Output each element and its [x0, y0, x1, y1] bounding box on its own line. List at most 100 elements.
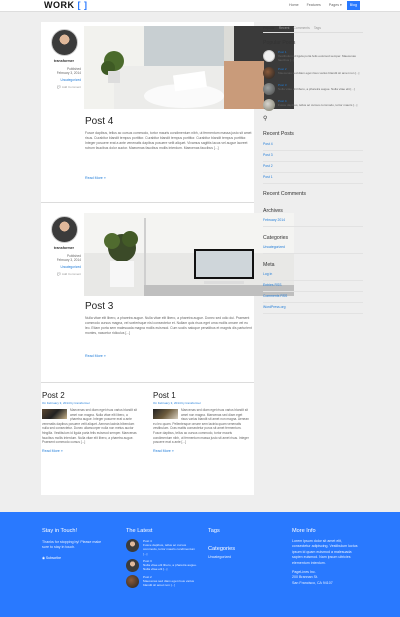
footer-text: Thanks for stopping by! Please make sure…	[42, 540, 102, 550]
post-thumbnail[interactable]	[153, 409, 178, 419]
footer-heading: The Latest	[126, 528, 153, 534]
nav-item-features[interactable]: Features	[304, 1, 324, 10]
popular-posts-heading: Popular Posts	[263, 40, 296, 46]
sidebar-tabs: Popular Recent Comments Tags	[263, 26, 363, 33]
footer-heading: Tags	[208, 528, 220, 534]
post-title[interactable]: Post 2	[42, 391, 138, 400]
popular-post-text: Maecenas sed diam eget risus varius blan…	[278, 70, 360, 75]
read-more-link[interactable]: Read More »	[42, 449, 138, 453]
tab-tags[interactable]: Tags	[314, 26, 321, 30]
add-comment-label: Add Comment	[61, 85, 81, 89]
subscribe-link[interactable]: ◉ Subscribe	[42, 556, 104, 560]
read-more-link[interactable]: Read More »	[85, 176, 106, 180]
post-thumbnail[interactable]	[42, 409, 67, 419]
post-title[interactable]: Post 3	[85, 301, 113, 312]
rss-icon: ◉	[42, 555, 45, 560]
post-author-box: transformer Published February 3, 2014 U…	[47, 216, 81, 276]
recent-post-link[interactable]: Post 3	[263, 151, 363, 162]
meta-link-entries-rss[interactable]: Entries RSS	[263, 281, 363, 292]
meta-heading: Meta	[263, 261, 275, 268]
add-comment-link[interactable]: 💬 Add Comment	[47, 85, 81, 89]
author-name[interactable]: transformer	[47, 59, 81, 63]
popular-post-item[interactable]: Post 2 Maecenas sed diam eget risus variu…	[263, 66, 363, 79]
post-excerpt: Maecenas sed diam eget risus varius blan…	[42, 408, 138, 445]
post-meta: Published February 3, 2014 Uncategorized	[47, 254, 81, 269]
post-thumbnail	[126, 574, 139, 588]
popular-post-text: Fusce dapibus, tellus ac cursus commodo,…	[278, 102, 358, 107]
post-thumbnail	[263, 50, 275, 62]
post-title[interactable]: Post 4	[85, 116, 113, 127]
post-thumbnail	[263, 82, 275, 95]
footer-latest: The Latest Post 4 Fusce dapibus, tellus a…	[126, 528, 198, 591]
meta-link-comments-rss[interactable]: Comments RSS	[263, 292, 363, 303]
search-icon[interactable]: ⚲	[263, 115, 363, 122]
footer-heading: More Info	[292, 528, 316, 534]
mini-post-card: Post 2 On February 3, 2014 by transforme…	[42, 391, 138, 453]
recent-comments-heading: Recent Comments	[263, 190, 306, 197]
tab-recent[interactable]: Recent	[279, 26, 290, 30]
categories-heading: Categories	[263, 234, 289, 241]
footer-latest-item[interactable]: Post 4 Fusce dapibus, tellus ac cursus co…	[126, 539, 198, 556]
site-logo[interactable]: WORK [ ]	[44, 0, 88, 11]
tab-comments[interactable]: Comments	[293, 26, 309, 30]
subscribe-label: Subscribe	[45, 555, 61, 560]
footer-tags: Tags Categories Uncategorized	[208, 528, 268, 560]
add-comment-link[interactable]: 💬 Add Comment	[47, 272, 81, 276]
sidebar: Popular Recent Comments Tags Popular Pos…	[263, 26, 363, 314]
footer-stay-in-touch: Stay in Touch! Thanks for stopping by! P…	[42, 528, 104, 560]
footer-address: PageLines Inc. 200 Brannan St. San Franc…	[292, 570, 358, 586]
footer-heading: Stay in Touch!	[42, 528, 78, 534]
post-meta: Published February 3, 2014 Uncategorized	[47, 67, 81, 82]
archives-heading: Archives	[263, 207, 283, 214]
recent-post-link[interactable]: Post 4	[263, 140, 363, 151]
post-date: February 3, 2014	[56, 258, 81, 262]
avatar[interactable]	[50, 29, 78, 56]
popular-post-item[interactable]: Post 4 Fusce dapibus, tellus ac cursus co…	[263, 98, 363, 111]
author-name[interactable]: transformer	[47, 246, 81, 250]
meta-link-wordpress[interactable]: WordPress.org	[263, 303, 363, 314]
popular-post-item[interactable]: Post 3 Nulla vitae elit libero, a pharetr…	[263, 82, 363, 95]
nav-item-blog[interactable]: Blog	[346, 1, 360, 10]
recent-post-link[interactable]: Post 1	[263, 173, 363, 184]
latest-text: Nulla vitae elit libero, a pharetra augu…	[143, 563, 197, 572]
recent-posts-heading: Recent Posts	[263, 130, 294, 137]
category-link[interactable]: Uncategorized	[263, 243, 363, 254]
post-excerpt: Fusce dapibus, tellus ac cursus commodo,…	[85, 131, 252, 151]
post-excerpt: Maecenas sed diam eget risus varius blan…	[153, 408, 249, 445]
top-navbar: WORK [ ] Home Features Pages ▾ Blog	[0, 0, 400, 12]
post-excerpt: Nulla vitae elit libero, a pharetra augu…	[85, 316, 252, 336]
nav-item-home[interactable]: Home	[286, 1, 302, 10]
post-category[interactable]: Uncategorized	[47, 265, 81, 269]
archive-link[interactable]: February 2014	[263, 216, 363, 227]
divider	[41, 202, 254, 203]
post-meta: On February 3, 2014 by transformer	[42, 401, 90, 405]
meta-link-login[interactable]: Log in	[263, 270, 363, 281]
add-comment-label: Add Comment	[61, 272, 81, 276]
post-date: February 3, 2014	[56, 71, 81, 75]
popular-post-text: Nulla vitae elit libero, a pharetra augu…	[278, 86, 355, 91]
divider	[41, 382, 254, 383]
mini-post-card: Post 1 On February 3, 2014 by transforme…	[153, 391, 249, 453]
popular-post-text: Vestibulum id ligula porta felis euismod…	[278, 54, 356, 63]
footer-heading: Categories	[208, 546, 236, 552]
recent-post-link[interactable]: Post 2	[263, 162, 363, 173]
tab-popular[interactable]: Popular	[263, 26, 275, 30]
post-thumbnail	[126, 539, 139, 552]
post-thumbnail	[126, 558, 139, 572]
post-thumbnail	[263, 98, 275, 111]
popular-post-item[interactable]: Post 1 Vestibulum id ligula porta felis e…	[263, 50, 363, 63]
read-more-link[interactable]: Read More »	[153, 449, 249, 453]
footer-latest-item[interactable]: Post 3 Nulla vitae elit libero, a pharetr…	[126, 558, 198, 572]
footer-category-link[interactable]: Uncategorized	[208, 555, 268, 560]
post-meta: On February 3, 2014 by transformer	[153, 401, 201, 405]
footer-more-info: More Info Lorem ipsum dolor sit amet eli…	[292, 528, 358, 586]
post-author-box: transformer Published February 3, 2014 U…	[47, 29, 81, 89]
nav-item-pages[interactable]: Pages ▾	[326, 1, 345, 10]
post-category[interactable]: Uncategorized	[47, 78, 81, 82]
post-thumbnail	[263, 66, 275, 79]
footer-latest-item[interactable]: Post 2 Maecenas sed diam eget risus variu…	[126, 574, 198, 588]
avatar[interactable]	[50, 216, 78, 243]
post-title[interactable]: Post 1	[153, 391, 249, 400]
read-more-link[interactable]: Read More »	[85, 354, 106, 358]
main-nav: Home Features Pages ▾ Blog	[286, 1, 360, 10]
